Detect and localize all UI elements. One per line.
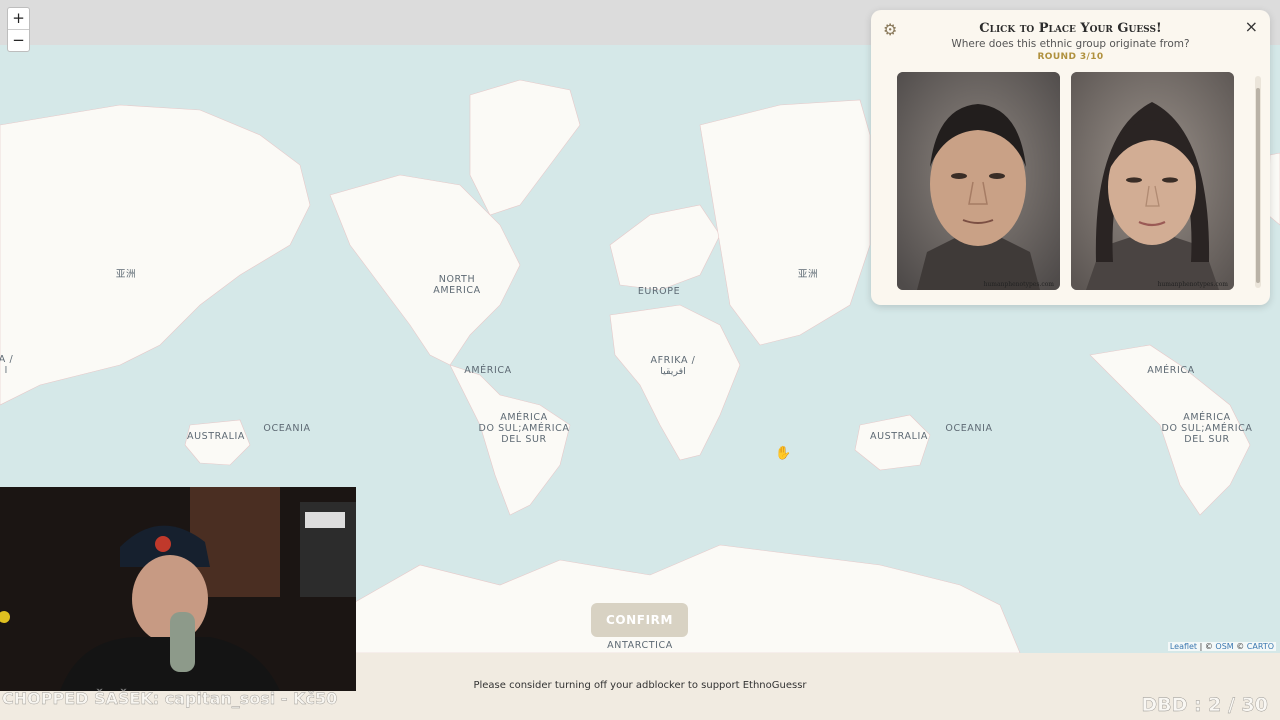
map-label-america-center: AMÉRICA: [464, 365, 512, 376]
map-label-north-america: NORTH AMERICA: [433, 274, 481, 296]
face-photo-male: humanphenotypes.com: [897, 72, 1060, 290]
map-label-australia-left: AUSTRALIA: [187, 431, 245, 442]
map-label-asia-right: 亚洲: [797, 269, 819, 280]
hand-cursor-icon: ✋: [775, 446, 792, 461]
carto-link[interactable]: CARTO: [1247, 642, 1274, 651]
zoom-in-button[interactable]: +: [8, 8, 29, 29]
guess-panel: ⚙ × Click to Place Your Guess! Where doe…: [871, 10, 1270, 305]
confirm-button[interactable]: CONFIRM: [591, 603, 688, 637]
zoom-out-button[interactable]: −: [8, 29, 29, 51]
map-label-oceania-left: OCEANIA: [263, 423, 311, 434]
map-label-south-america-right: AMÉRICA DO SUL;AMÉRICA DEL SUR: [1161, 412, 1253, 445]
panel-scrollbar[interactable]: [1255, 76, 1261, 288]
photo-credit-female: humanphenotypes.com: [1157, 281, 1228, 288]
map-label-edge-left: A / ا: [0, 354, 14, 376]
map-label-asia-left: 亚洲: [115, 269, 137, 280]
osm-link[interactable]: OSM: [1215, 642, 1233, 651]
panel-scrollbar-thumb[interactable]: [1256, 88, 1260, 283]
photo-credit-male: humanphenotypes.com: [983, 281, 1054, 288]
face-female-image: [1071, 72, 1234, 290]
map-label-europe: EUROPE: [637, 286, 681, 297]
counter-overlay: DBD : 2 / 30: [1141, 694, 1268, 716]
map-label-australia-right: AUSTRALIA: [870, 431, 928, 442]
face-photo-female: humanphenotypes.com: [1071, 72, 1234, 290]
panel-title: Click to Place Your Guess!: [979, 21, 1162, 36]
round-indicator: ROUND 3/10: [1037, 52, 1104, 62]
webcam-image: [0, 487, 356, 691]
map-attribution: Leaflet | © OSM © CARTO: [1167, 642, 1276, 651]
map-label-america-right: AMÉRICA: [1147, 365, 1195, 376]
map-label-south-america-center: AMÉRICA DO SUL;AMÉRICA DEL SUR: [478, 412, 570, 445]
donation-overlay: CHOPPED ŠAŠEK: capitan_sosi - Kč50: [2, 689, 338, 708]
map-label-antarctica: ANTARCTICA: [607, 640, 673, 651]
streamer-webcam: [0, 487, 356, 691]
panel-subtitle: Where does this ethnic group originate f…: [951, 38, 1190, 50]
zoom-control: + −: [7, 7, 30, 52]
leaflet-link[interactable]: Leaflet: [1170, 642, 1197, 651]
face-male-image: [897, 72, 1060, 290]
map-label-africa: AFRIKA / افريقيا: [650, 355, 696, 377]
map-label-oceania-right: OCEANIA: [945, 423, 993, 434]
